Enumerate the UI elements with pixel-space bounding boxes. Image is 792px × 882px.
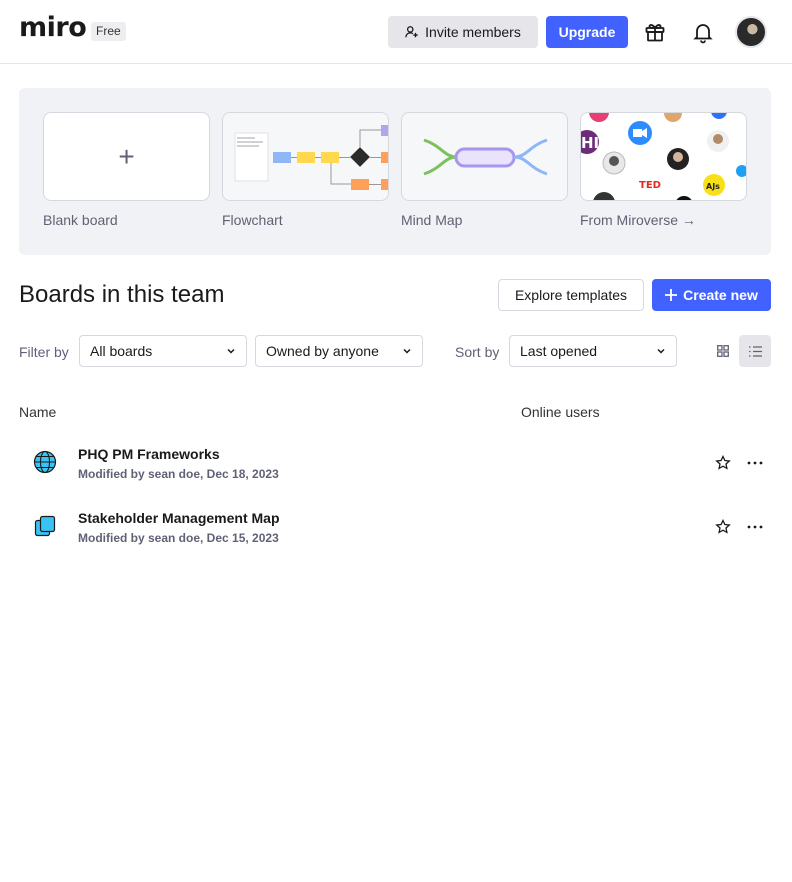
owner-filter-value: Owned by anyone (266, 343, 379, 359)
star-icon[interactable] (715, 519, 731, 535)
more-options-icon[interactable] (746, 519, 764, 535)
invite-members-label: Invite members (425, 24, 521, 40)
plan-badge: Free (91, 22, 126, 41)
top-bar: miro Free Invite members Upgrade (0, 0, 792, 64)
template-picker: + Blank board Flowchart Mind Map HI TED … (19, 88, 771, 255)
miroverse-thumbnail[interactable]: HI TED AJs (580, 112, 747, 201)
mind-map-thumbnail[interactable] (401, 112, 568, 201)
upgrade-button[interactable]: Upgrade (546, 16, 628, 48)
table-row[interactable]: PHQ PM Frameworks Modified by sean doe, … (19, 436, 771, 492)
list-view-button[interactable] (739, 335, 771, 367)
create-new-button[interactable]: Create new (652, 279, 771, 311)
board-title[interactable]: PHQ PM Frameworks (78, 446, 220, 462)
plus-icon: + (118, 140, 135, 172)
miroverse-logo-ted: TED (639, 180, 661, 191)
template-label: Flowchart (222, 212, 283, 228)
plus-icon (665, 289, 678, 301)
table-row[interactable]: Stakeholder Management Map Modified by s… (19, 500, 771, 556)
template-flowchart[interactable]: Flowchart (222, 112, 389, 228)
grid-view-button[interactable] (707, 335, 739, 367)
template-label: Mind Map (401, 212, 463, 228)
template-label: From Miroverse → (580, 212, 696, 228)
board-title[interactable]: Stakeholder Management Map (78, 510, 280, 526)
miroverse-logo-ajs: AJs (706, 182, 720, 191)
owner-filter-select[interactable]: Owned by anyone (255, 335, 423, 367)
person-add-icon (405, 26, 418, 38)
stacked-boards-icon (34, 515, 56, 537)
grid-view-icon (717, 345, 729, 357)
explore-templates-button[interactable]: Explore templates (498, 279, 644, 311)
gift-icon[interactable] (643, 20, 667, 44)
miro-logo[interactable]: miro (19, 12, 87, 43)
miroverse-logo-collage: HI TED AJs (581, 113, 746, 200)
chevron-down-icon (403, 348, 411, 354)
template-blank-board[interactable]: + Blank board (43, 112, 210, 228)
sort-value: Last opened (520, 343, 598, 359)
blank-board-thumbnail[interactable]: + (43, 112, 210, 201)
template-miroverse[interactable]: HI TED AJs From Miroverse → (580, 112, 747, 228)
more-options-icon[interactable] (746, 455, 764, 471)
create-new-label: Create new (683, 287, 758, 303)
sort-select[interactable]: Last opened (509, 335, 677, 367)
chevron-down-icon (227, 348, 235, 354)
template-mind-map[interactable]: Mind Map (401, 112, 568, 228)
board-modified-info: Modified by sean doe, Dec 18, 2023 (78, 467, 279, 481)
bell-icon[interactable] (691, 20, 715, 44)
board-filter-value: All boards (90, 343, 153, 359)
globe-icon (33, 450, 57, 474)
invite-members-button[interactable]: Invite members (388, 16, 538, 48)
list-view-icon (748, 345, 762, 357)
flowchart-illustration (234, 125, 388, 190)
column-header-name[interactable]: Name (19, 404, 56, 420)
star-icon[interactable] (715, 455, 731, 471)
board-modified-info: Modified by sean doe, Dec 15, 2023 (78, 531, 279, 545)
filter-by-label: Filter by (19, 344, 69, 360)
column-header-online-users: Online users (521, 404, 600, 420)
template-label: Blank board (43, 212, 118, 228)
flowchart-thumbnail[interactable] (222, 112, 389, 201)
mind-map-illustration (423, 138, 548, 176)
user-avatar[interactable] (735, 16, 767, 48)
board-filter-select[interactable]: All boards (79, 335, 247, 367)
page-title: Boards in this team (19, 281, 225, 308)
chevron-down-icon (657, 348, 665, 354)
sort-by-label: Sort by (455, 344, 500, 360)
miroverse-logo-hi: HI (581, 134, 599, 152)
